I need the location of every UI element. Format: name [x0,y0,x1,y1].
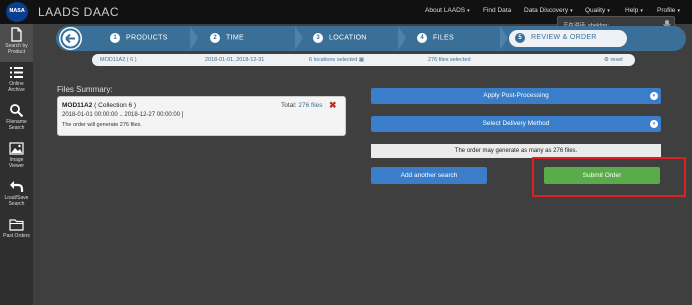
nav-quality[interactable]: Quality ▾ [585,7,610,14]
back-button[interactable] [59,27,82,50]
button-label: Add another search [400,172,458,179]
sidebar-item-filename-search[interactable]: Filename Search [0,100,33,138]
total-files: Total: 276 files [281,102,323,109]
step-time[interactable]: 2 TIME [210,33,244,43]
document-icon [9,27,24,42]
step-label: FILES [433,34,454,42]
nav-data-discovery[interactable]: Data Discovery ▾ [524,7,573,14]
order-notice: The order may generate as many as 276 fi… [371,144,661,158]
nasa-logo-text: NASA [9,8,25,14]
nav-label: Profile [657,7,676,14]
step-number: 1 [110,33,120,43]
sidebar-item-past-orders[interactable]: Past Orders [0,214,33,252]
list-icon [9,65,24,80]
step-label: PRODUCTS [126,34,168,42]
search-summary-strip: MOD11A2 ( 6 ) 2018-01-01..2018-12-31 6 l… [92,54,635,66]
sidebar-item-online-archive[interactable]: Online Archive [0,62,33,100]
sidebar-item-search-by-product[interactable]: Search by Product [0,24,33,62]
sidebar-label: Load/Save Search [4,195,29,207]
step-label: LOCATION [329,34,367,42]
summary-locations[interactable]: 6 locations selected ▦ [309,57,364,63]
step-separator [398,26,406,50]
nav-label: Find Data [483,7,512,14]
summary-dates[interactable]: 2018-01-01..2018-12-31 [205,57,264,63]
step-number: 2 [210,33,220,43]
button-label: Submit Order [582,172,622,179]
dropdown-label: Apply Post-Processing [483,92,549,99]
add-another-search-button[interactable]: Add another search [371,167,487,184]
apply-post-processing-dropdown[interactable]: Apply Post-Processing ▾ [371,88,661,104]
chevron-down-icon: ▾ [677,8,680,14]
chevron-down-icon: ▾ [650,120,658,128]
step-files[interactable]: 4 FILES [417,33,454,43]
nav-label: Help [625,7,639,14]
step-location[interactable]: 3 LOCATION [313,33,367,43]
submit-order-button[interactable]: Submit Order [544,167,660,184]
notice-text: The order may generate as many as 276 fi… [454,148,578,154]
remove-icon[interactable]: ✖ [329,100,337,111]
chevron-down-icon: ▾ [640,8,643,14]
order-file-note: The order will generate 276 files. [62,122,142,128]
nav-label: Quality [585,7,606,14]
sidebar-label: Filename Search [6,119,27,131]
chevron-down-icon: ▾ [650,92,658,100]
step-label: REVIEW & ORDER [531,34,597,41]
step-number: 4 [417,33,427,43]
image-icon [9,141,24,156]
nav-label: Data Discovery [524,7,569,14]
sidebar-label: Image Viewer [8,157,25,169]
nav-label: About LAADS [425,7,466,14]
nav-find-data[interactable]: Find Data [483,7,511,14]
file-summary-card: MOD11A2 ( Collection 6 ) Total: 276 file… [57,96,346,136]
sidebar-item-load-save-search[interactable]: Load/Save Search [0,176,33,214]
chevron-down-icon: ▾ [570,8,573,14]
date-range: 2018-01-01 00:00:00 .. 2018-12-27 00:00:… [62,112,184,118]
summary-product[interactable]: MOD11A2 ( 6 ) [100,57,137,63]
summary-files[interactable]: 276 files selected [428,57,471,63]
summary-reset[interactable]: ⚙ reset [604,57,623,63]
sidebar-label: Past Orders [3,233,30,239]
sidebar-item-image-viewer[interactable]: Image Viewer [0,138,33,176]
nav-profile[interactable]: Profile ▾ [657,7,680,14]
files-summary-title: Files Summary: [57,85,113,94]
step-separator [295,26,303,50]
dropdown-label: Select Delivery Method [482,120,550,127]
step-products[interactable]: 1 PRODUCTS [110,33,168,43]
step-separator [500,26,508,50]
step-review-order[interactable]: 5 REVIEW & ORDER [509,30,627,47]
nav-about-laads[interactable]: About LAADS ▾ [425,7,470,14]
chevron-down-icon: ▾ [467,8,470,14]
chevron-down-icon: ▾ [607,8,610,14]
arrow-left-icon [60,28,81,49]
product-name: MOD11A2 ( Collection 6 ) [62,102,137,109]
folder-icon [9,217,24,232]
sidebar-label: Online Archive [8,81,25,93]
step-separator [190,26,198,50]
step-number: 5 [515,33,525,43]
brand-title[interactable]: LAADS DAAC [38,5,119,19]
undo-arrow-icon [9,179,24,194]
nav-help[interactable]: Help ▾ [625,7,643,14]
select-delivery-method-dropdown[interactable]: Select Delivery Method ▾ [371,116,661,132]
nasa-logo[interactable]: NASA [6,2,28,22]
magnifier-icon [9,103,24,118]
step-number: 3 [313,33,323,43]
step-label: TIME [226,34,244,42]
sidebar-label: Search by Product [5,43,28,55]
left-sidebar: Search by Product Online Archive Filename S… [0,24,33,305]
